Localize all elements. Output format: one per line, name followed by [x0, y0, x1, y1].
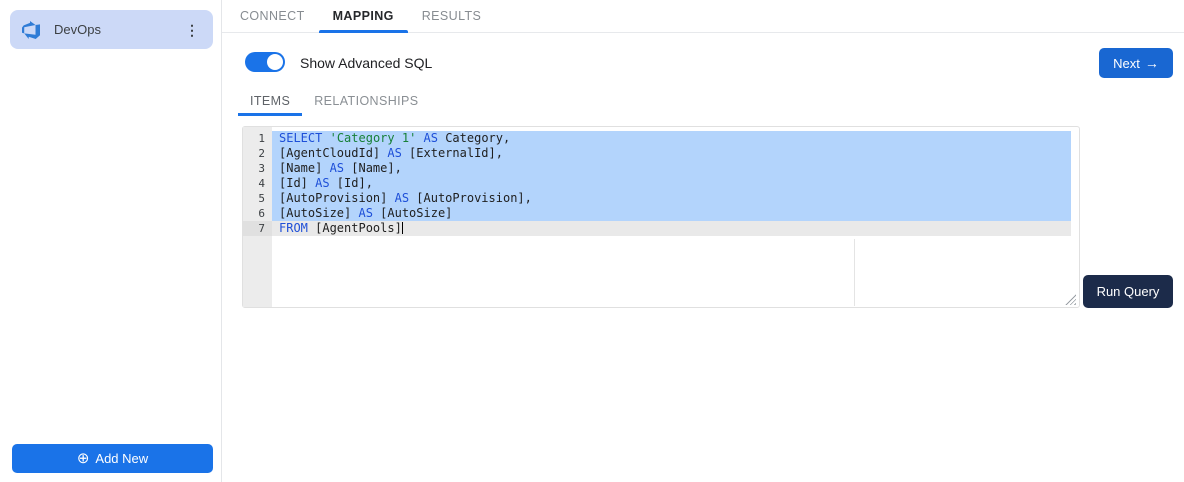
- arrow-right-icon: →: [1144, 55, 1159, 71]
- code-line[interactable]: SELECT 'Category 1' AS Category,: [272, 131, 1071, 146]
- code-line[interactable]: [AutoProvision] AS [AutoProvision],: [272, 191, 1071, 206]
- line-number: 5: [258, 192, 265, 205]
- tab-relationships[interactable]: RELATIONSHIPS: [302, 88, 430, 114]
- line-number: 1: [258, 132, 265, 145]
- tab-connect[interactable]: CONNECT: [226, 0, 319, 32]
- editor-code[interactable]: SELECT 'Category 1' AS Category, [AgentCl…: [272, 127, 1079, 307]
- tab-items[interactable]: ITEMS: [238, 88, 303, 116]
- main-panel: CONNECT MAPPING RESULTS Show Advanced SQ…: [222, 0, 1184, 482]
- code-line[interactable]: [Id] AS [Id],: [272, 176, 1071, 191]
- code-line[interactable]: FROM [AgentPools]: [272, 221, 1071, 236]
- line-number: 6: [258, 207, 265, 220]
- add-circle-icon: ⊕: [76, 449, 90, 467]
- add-new-button[interactable]: ⊕ Add New: [12, 444, 213, 473]
- editor-inner-divider: [854, 239, 855, 306]
- next-button[interactable]: Next →: [1099, 48, 1173, 78]
- text-caret: [401, 222, 403, 234]
- line-number: 7: [243, 221, 272, 236]
- sidebar: DevOps ⋮ ⊕ Add New: [0, 0, 222, 482]
- code-line[interactable]: [Name] AS [Name],: [272, 161, 1071, 176]
- main-tabs: CONNECT MAPPING RESULTS: [222, 0, 1184, 33]
- line-number: 2: [258, 147, 265, 160]
- sub-tabs: ITEMS RELATIONSHIPS: [238, 88, 431, 116]
- add-new-label: Add New: [95, 451, 149, 466]
- next-label: Next: [1113, 55, 1140, 71]
- code-line[interactable]: [AutoSize] AS [AutoSize]: [272, 206, 1071, 221]
- tab-results[interactable]: RESULTS: [408, 0, 496, 32]
- toggle-label: Show Advanced SQL: [300, 55, 433, 71]
- azure-devops-icon: [22, 20, 40, 39]
- line-number: 4: [258, 177, 265, 190]
- connector-card-devops[interactable]: DevOps ⋮: [10, 10, 213, 49]
- editor-gutter: 1 2 3 4 5 67: [243, 127, 272, 307]
- line-number: 3: [258, 162, 265, 175]
- sql-editor[interactable]: 1 2 3 4 5 67 SELECT 'Category 1' AS Category,…: [242, 126, 1080, 308]
- advanced-sql-toggle[interactable]: [245, 52, 285, 72]
- kebab-menu-icon[interactable]: ⋮: [179, 21, 205, 39]
- toggle-knob: [267, 54, 283, 70]
- connector-label: DevOps: [54, 22, 101, 37]
- tab-mapping[interactable]: MAPPING: [318, 0, 408, 33]
- code-line[interactable]: [AgentCloudId] AS [ExternalId],: [272, 146, 1071, 161]
- run-query-button[interactable]: Run Query: [1083, 275, 1173, 308]
